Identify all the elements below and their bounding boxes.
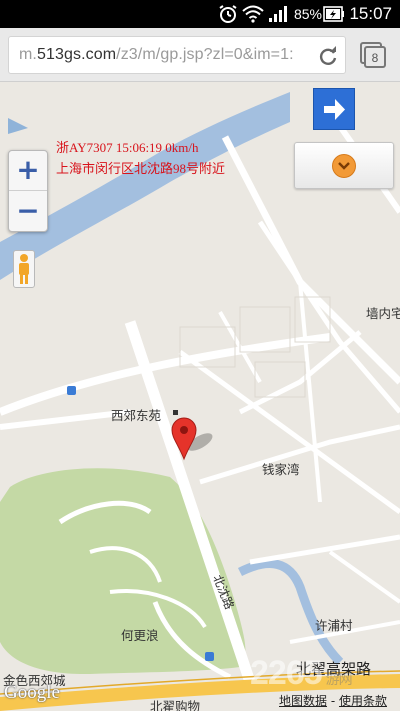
vehicle-address-line: 上海市闵行区北沈路98号附近 [56, 161, 226, 176]
map-view[interactable]: 浙AY7307 15:06:19 0km/h 上海市闵行区北沈路98号附近 + … [0, 82, 400, 711]
wifi-icon [242, 5, 264, 23]
vehicle-info: 浙AY7307 15:06:19 0km/h 上海市闵行区北沈路98号附近 [56, 137, 225, 179]
map-data-link[interactable]: 地图数据 [279, 694, 327, 708]
bus-stop-icon [67, 386, 76, 395]
watermark-main: 2265 [250, 654, 323, 692]
url-path: /z3/m/gp.jsp?zl=0&im=1: [116, 46, 294, 63]
map-label-hegenglang: 何更浪 [121, 628, 159, 643]
browser-toolbar: m.513gs.com/z3/m/gp.jsp?zl=0&im=1: 8 [0, 28, 400, 82]
battery-percent: 85% [293, 6, 322, 22]
status-bar: 85% 15:07 [0, 0, 400, 28]
map-label-qiangnei: 墙内宅 [366, 306, 400, 321]
url-text: m.513gs.com/z3/m/gp.jsp?zl=0&im=1: [19, 46, 307, 64]
url-host: 513gs.com [36, 46, 117, 63]
watermark-sub: 游网 [325, 671, 353, 687]
map-label-xupu-village: 许浦村 [315, 618, 353, 633]
map-attribution: 地图数据 - 使用条款 [279, 692, 387, 709]
signal-icon [269, 6, 287, 22]
tabs-icon: 8 [360, 42, 386, 68]
bus-stop-icon [205, 652, 214, 661]
url-prefix: m. [19, 46, 37, 63]
clock: 15:07 [349, 4, 392, 23]
zoom-out-button[interactable]: − [9, 192, 47, 232]
navigate-button[interactable] [313, 88, 355, 130]
zoom-control: + − [8, 150, 48, 232]
alarm-icon [219, 5, 237, 23]
expand-menu-button[interactable] [294, 142, 394, 189]
marker-center [180, 426, 188, 434]
map-label-beizhai-shopping: 北翟购物 [150, 699, 201, 711]
address-bar[interactable]: m.513gs.com/z3/m/gp.jsp?zl=0&im=1: [8, 36, 346, 74]
battery-charging-icon [323, 6, 344, 22]
pegman-icon [19, 254, 29, 284]
arrow-right-icon [324, 99, 345, 120]
vehicle-status-line: 浙AY7307 15:06:19 0km/h [56, 140, 199, 155]
terms-of-use-link[interactable]: 使用条款 [339, 694, 387, 708]
tabs-button[interactable]: 8 [358, 40, 388, 70]
tab-count: 8 [372, 51, 379, 65]
attribution-separator: - [327, 694, 339, 708]
map-label-qianjiawan: 钱家湾 [262, 462, 300, 477]
reload-icon[interactable] [317, 45, 339, 67]
poi-dot-icon [173, 410, 178, 415]
zoom-in-button[interactable]: + [9, 151, 47, 191]
google-logo: Google [4, 682, 60, 703]
map-label-xijiao-dongyuan: 西郊东苑 [111, 408, 162, 423]
street-view-pegman[interactable] [13, 250, 35, 288]
chevron-down-icon [332, 154, 356, 178]
watermark: 2265 游网 [250, 654, 353, 693]
